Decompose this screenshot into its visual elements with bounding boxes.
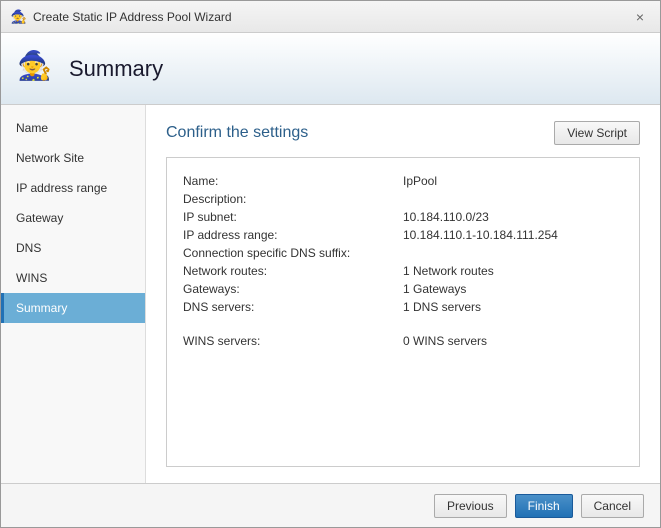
summary-row-dns-suffix: Connection specific DNS suffix: [183, 246, 623, 260]
summary-label-dns-servers: DNS servers: [183, 300, 403, 314]
main-title: Confirm the settings [166, 124, 308, 142]
summary-value-wins: 0 WINS servers [403, 334, 487, 348]
previous-button[interactable]: Previous [434, 494, 507, 518]
summary-value-dns-servers: 1 DNS servers [403, 300, 481, 314]
summary-row-wins: WINS servers: 0 WINS servers [183, 334, 623, 348]
summary-label-dns-suffix: Connection specific DNS suffix: [183, 246, 403, 260]
summary-row-network-routes: Network routes: 1 Network routes [183, 264, 623, 278]
sidebar-item-name[interactable]: Name [1, 113, 145, 143]
summary-label-description: Description: [183, 192, 403, 206]
wizard-body: Name Network Site IP address range Gatew… [1, 105, 660, 483]
main-content: Confirm the settings View Script Name: I… [146, 105, 660, 483]
title-bar-text: Create Static IP Address Pool Wizard [33, 10, 232, 24]
summary-row-dns-servers: DNS servers: 1 DNS servers [183, 300, 623, 314]
summary-value-ip-subnet: 10.184.110.0/23 [403, 210, 489, 224]
summary-label-gateways: Gateways: [183, 282, 403, 296]
wizard-title-icon: 🧙 [11, 9, 27, 25]
summary-row-ip-subnet: IP subnet: 10.184.110.0/23 [183, 210, 623, 224]
main-header: Confirm the settings View Script [166, 121, 640, 145]
cancel-button[interactable]: Cancel [581, 494, 644, 518]
summary-row-name: Name: IpPool [183, 174, 623, 188]
summary-value-name: IpPool [403, 174, 437, 188]
summary-label-ip-range: IP address range: [183, 228, 403, 242]
sidebar-item-ip-address-range[interactable]: IP address range [1, 173, 145, 203]
sidebar-item-summary[interactable]: Summary [1, 293, 145, 323]
footer: Previous Finish Cancel [1, 483, 660, 527]
summary-value-ip-range: 10.184.110.1-10.184.111.254 [403, 228, 558, 242]
sidebar: Name Network Site IP address range Gatew… [1, 105, 146, 483]
summary-label-name: Name: [183, 174, 403, 188]
summary-spacer [183, 318, 623, 334]
title-bar: 🧙 Create Static IP Address Pool Wizard × [1, 1, 660, 33]
header-wizard-icon: 🧙 [17, 49, 57, 89]
close-button[interactable]: × [630, 7, 650, 27]
header-banner: 🧙 Summary [1, 33, 660, 105]
header-title: Summary [69, 56, 163, 82]
summary-row-gateways: Gateways: 1 Gateways [183, 282, 623, 296]
summary-label-network-routes: Network routes: [183, 264, 403, 278]
wizard-window: 🧙 Create Static IP Address Pool Wizard ×… [0, 0, 661, 528]
sidebar-item-network-site[interactable]: Network Site [1, 143, 145, 173]
summary-label-wins: WINS servers: [183, 334, 403, 348]
sidebar-item-wins[interactable]: WINS [1, 263, 145, 293]
summary-label-ip-subnet: IP subnet: [183, 210, 403, 224]
title-bar-left: 🧙 Create Static IP Address Pool Wizard [11, 9, 232, 25]
summary-row-ip-range: IP address range: 10.184.110.1-10.184.11… [183, 228, 623, 242]
sidebar-item-gateway[interactable]: Gateway [1, 203, 145, 233]
finish-button[interactable]: Finish [515, 494, 573, 518]
summary-row-description: Description: [183, 192, 623, 206]
summary-value-network-routes: 1 Network routes [403, 264, 494, 278]
sidebar-item-dns[interactable]: DNS [1, 233, 145, 263]
summary-value-gateways: 1 Gateways [403, 282, 466, 296]
view-script-button[interactable]: View Script [554, 121, 640, 145]
summary-box: Name: IpPool Description: IP subnet: 10.… [166, 157, 640, 467]
